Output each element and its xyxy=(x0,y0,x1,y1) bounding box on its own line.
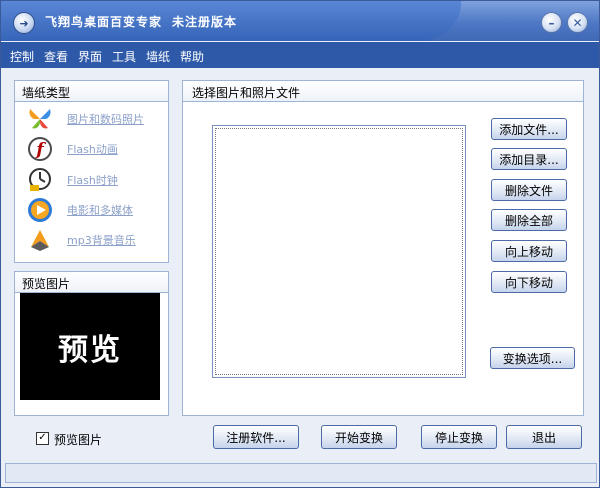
menu-interface[interactable]: 界面 xyxy=(78,48,102,65)
wallpaper-type-label: Flash时钟 xyxy=(67,174,118,187)
file-selection-header: 选择图片和照片文件 xyxy=(183,81,583,102)
app-logo-icon[interactable]: ➜ xyxy=(13,12,35,34)
wallpaper-type-label: Flash动画 xyxy=(67,143,118,156)
start-transition-button[interactable]: 开始变换 xyxy=(321,425,397,449)
move-down-button[interactable]: 向下移动 xyxy=(491,271,567,293)
preview-panel: 预览图片 预览 xyxy=(14,271,169,416)
wallpaper-type-mp3-music[interactable]: mp3背景音乐 xyxy=(27,227,136,253)
preview-checkbox[interactable]: ✓ xyxy=(36,432,49,445)
app-window: ➜ 飞翔鸟桌面百变专家 未注册版本 – ✕ 控制 查看 界面 工具 墙纸 帮助 墙… xyxy=(0,0,600,488)
menu-control[interactable]: 控制 xyxy=(10,48,34,65)
media-player-icon xyxy=(27,197,53,223)
file-list[interactable] xyxy=(212,125,466,378)
clock-icon xyxy=(27,167,53,193)
add-file-button[interactable]: 添加文件... xyxy=(491,118,567,140)
file-selection-title: 选择图片和照片文件 xyxy=(192,86,301,100)
wallpaper-types-header: 墙纸类型 xyxy=(15,81,168,102)
wallpaper-type-label: 电影和多媒体 xyxy=(67,204,133,217)
registration-status: 未注册版本 xyxy=(172,15,238,29)
app-name: 飞翔鸟桌面百变专家 xyxy=(45,15,163,29)
wallpaper-type-flash-clock[interactable]: Flash时钟 xyxy=(27,167,118,193)
wallpaper-types-title: 墙纸类型 xyxy=(22,86,71,100)
flash-icon: f xyxy=(27,136,53,162)
transition-options-button[interactable]: 变换选项... xyxy=(490,347,575,369)
butterfly-icon xyxy=(27,106,53,132)
menu-wallpaper[interactable]: 墙纸 xyxy=(146,48,170,65)
menu-bar: 控制 查看 界面 工具 墙纸 帮助 xyxy=(1,42,599,68)
menu-tools[interactable]: 工具 xyxy=(112,48,136,65)
file-list-focus-rect xyxy=(215,128,463,375)
wallpaper-type-label: 图片和数码照片 xyxy=(67,113,144,126)
exit-button[interactable]: 退出 xyxy=(506,425,582,449)
menu-help[interactable]: 帮助 xyxy=(180,48,204,65)
register-button[interactable]: 注册软件... xyxy=(213,425,299,449)
minimize-button[interactable]: – xyxy=(541,12,562,33)
close-button[interactable]: ✕ xyxy=(567,12,588,33)
wallpaper-type-label: mp3背景音乐 xyxy=(67,234,136,247)
add-directory-button[interactable]: 添加目录... xyxy=(491,148,567,170)
wallpaper-type-flash-animation[interactable]: f Flash动画 xyxy=(27,136,118,162)
wallpaper-type-movies-media[interactable]: 电影和多媒体 xyxy=(27,197,133,223)
title-bar: ➜ 飞翔鸟桌面百变专家 未注册版本 – ✕ xyxy=(1,1,599,41)
preview-title: 预览图片 xyxy=(22,277,71,291)
delete-all-button[interactable]: 删除全部 xyxy=(491,209,567,231)
window-title: 飞翔鸟桌面百变专家 未注册版本 xyxy=(45,13,237,30)
preview-placeholder-text: 预览 xyxy=(58,332,122,368)
preview-image: 预览 xyxy=(20,293,160,400)
preview-header: 预览图片 xyxy=(15,272,168,293)
wallpaper-type-pictures[interactable]: 图片和数码照片 xyxy=(27,106,144,132)
move-up-button[interactable]: 向上移动 xyxy=(491,240,567,262)
menu-view[interactable]: 查看 xyxy=(44,48,68,65)
music-icon xyxy=(27,227,53,253)
wallpaper-types-panel: 墙纸类型 图片和数码照片 f Flash动画 Flash时钟 电影和多媒体 mp… xyxy=(14,80,169,263)
status-bar xyxy=(5,463,597,483)
delete-file-button[interactable]: 删除文件 xyxy=(491,179,567,201)
stop-transition-button[interactable]: 停止变换 xyxy=(421,425,497,449)
preview-checkbox-label[interactable]: 预览图片 xyxy=(54,431,102,448)
